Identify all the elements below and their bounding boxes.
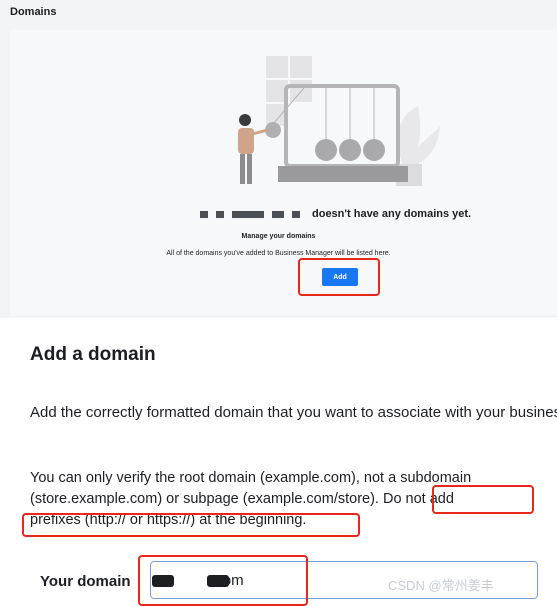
redacted-name [292, 210, 300, 218]
domain-label: Your domain [40, 573, 131, 590]
no-domains-text: doesn't have any domains yet. [312, 208, 472, 220]
redacted-name [216, 210, 224, 218]
domain-input-highlight [138, 555, 308, 606]
dialog-title: Add a domain [30, 344, 156, 365]
manage-domains-title: Manage your domains [241, 233, 316, 240]
redacted-name [200, 210, 208, 218]
prefix-warning-highlight [432, 485, 534, 514]
prefix-warning-highlight [22, 513, 360, 537]
watermark: CSDN @常州姜丰 [388, 578, 494, 593]
page-title: Domains [10, 6, 57, 18]
newtons-cradle-illustration [238, 56, 440, 186]
add-button-highlight [298, 258, 380, 296]
dialog-description: Add the correctly formatted domain that … [30, 404, 557, 421]
business-name-row: doesn't have any domains yet. [200, 208, 471, 220]
add-domain-dialog: Add a domain Add the correctly formatted… [0, 318, 557, 606]
redacted-name [272, 210, 284, 218]
empty-state-description: All of the domains you've added to Busin… [166, 250, 391, 257]
redacted-name [232, 210, 264, 218]
domains-panel: Domains doesn't have any domains yet. Ma… [0, 0, 557, 318]
